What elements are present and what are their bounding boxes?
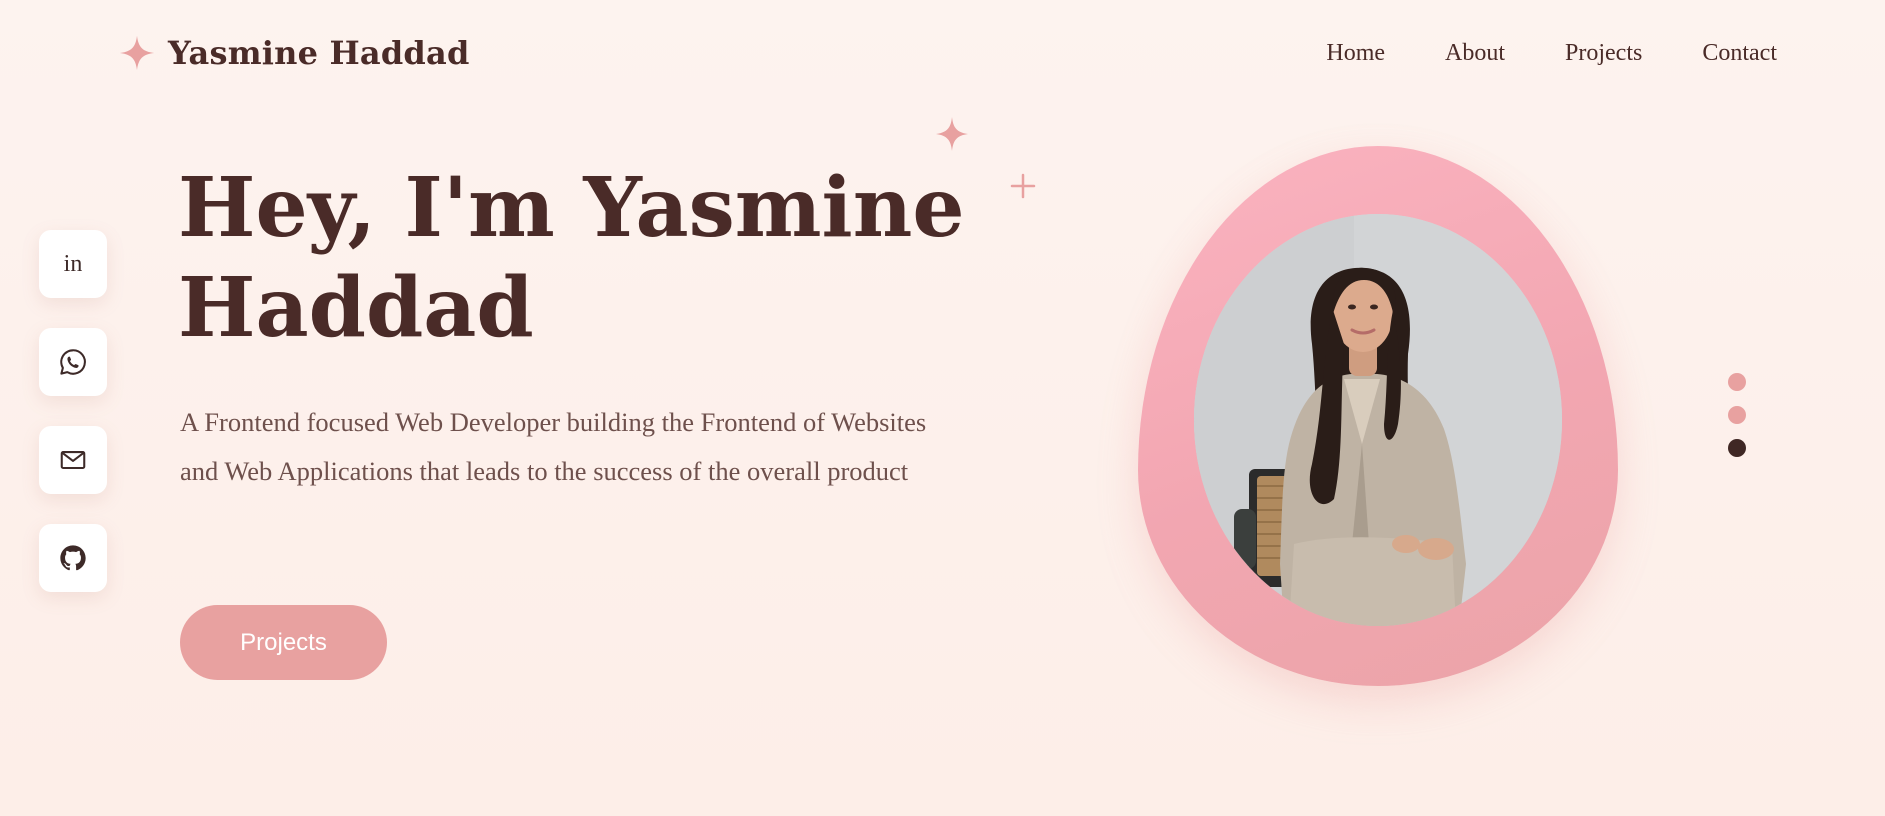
hero-description: A Frontend focused Web Developer buildin… — [180, 407, 927, 486]
email-button[interactable] — [39, 426, 107, 494]
nav-home[interactable]: Home — [1326, 40, 1385, 67]
plus-decoration-icon — [1010, 173, 1036, 199]
profile-photo — [1194, 214, 1562, 626]
hero-headline: Hey, I'm Yasmine Haddad — [178, 158, 978, 358]
headline-line-1: Hey, I'm Yasmine — [178, 160, 965, 256]
github-icon — [60, 545, 86, 571]
portrait — [1108, 116, 1648, 716]
projects-button[interactable]: Projects — [180, 605, 387, 680]
nav-about[interactable]: About — [1445, 40, 1505, 67]
carousel-dot-1[interactable] — [1728, 373, 1746, 391]
brand-name: Yasmine Haddad — [168, 34, 470, 72]
mail-icon — [60, 451, 86, 469]
sparkle-decoration-icon — [936, 117, 968, 151]
carousel-dot-3[interactable] — [1728, 439, 1746, 457]
github-button[interactable] — [39, 524, 107, 592]
linkedin-button[interactable]: in — [39, 230, 107, 298]
whatsapp-button[interactable] — [39, 328, 107, 396]
brand-logo[interactable]: Yasmine Haddad — [118, 34, 470, 72]
headline-line-2: Haddad — [178, 260, 534, 356]
linkedin-icon: in — [63, 250, 83, 277]
whatsapp-icon — [60, 349, 86, 375]
social-sidebar: in — [39, 230, 107, 592]
nav-contact[interactable]: Contact — [1702, 40, 1777, 67]
nav-projects[interactable]: Projects — [1565, 40, 1642, 67]
sparkle-icon — [119, 35, 155, 71]
carousel-dots — [1728, 373, 1746, 457]
main-nav: Home About Projects Contact — [1326, 40, 1777, 67]
carousel-dot-2[interactable] — [1728, 406, 1746, 424]
profile-illustration — [1194, 214, 1562, 626]
